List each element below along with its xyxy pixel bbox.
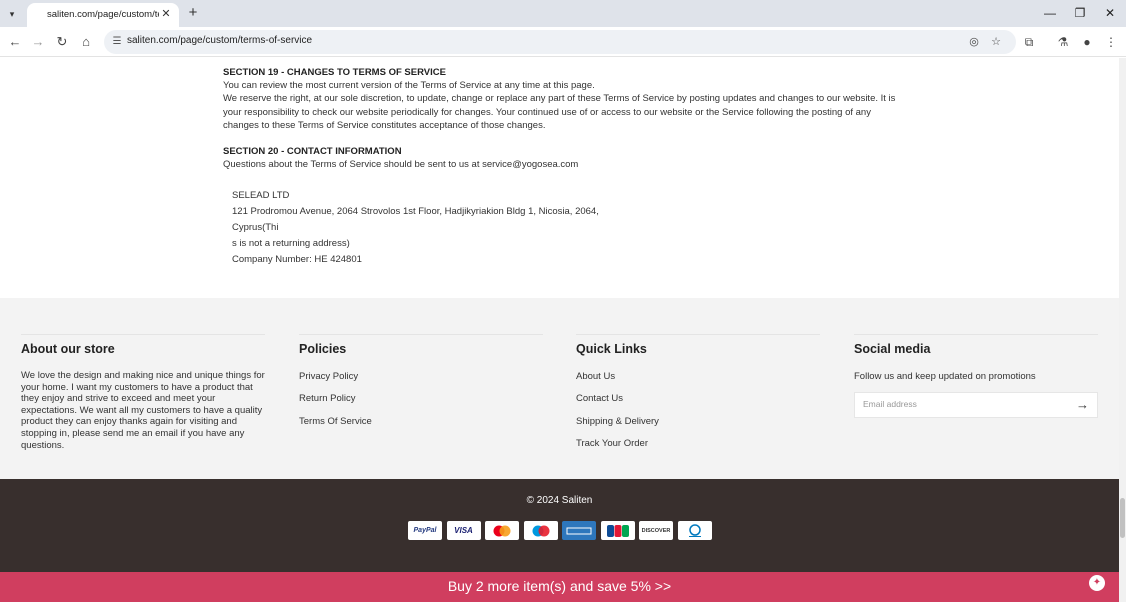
section-20-title: SECTION 20 - CONTACT INFORMATION (223, 146, 402, 158)
gift-icon[interactable]: ✦ (1089, 575, 1105, 591)
footer-policies: Policies Privacy Policy Return Policy Te… (299, 334, 372, 427)
footer-social-text: Follow us and keep updated on promotions (854, 371, 1036, 382)
footer-policies-title: Policies (299, 342, 347, 356)
jcb-icon (600, 521, 635, 540)
footer-social-title: Social media (854, 342, 931, 356)
reload-icon[interactable]: ↻ (54, 34, 70, 50)
footer-social: Social media Follow us and keep updated … (854, 334, 1098, 418)
puzzle-icon[interactable]: ⧉ (1021, 34, 1037, 50)
scrollbar-thumb[interactable] (1120, 498, 1125, 538)
link-terms-of-service[interactable]: Terms Of Service (299, 416, 372, 427)
footer-about: About our store We love the design and m… (21, 334, 269, 451)
company-address: s is not a returning address) (232, 238, 350, 249)
footer-quick-links: Quick Links About Us Contact Us Shipping… (576, 334, 659, 449)
diners-club-icon (677, 521, 712, 540)
company-address: 121 Prodromou Avenue, 2064 Strovolos 1st… (232, 206, 599, 233)
browser-toolbar: ← → ↻ ⌂ ☰ saliten.com/page/custom/terms-… (0, 27, 1126, 57)
footer-about-text: We love the design and making nice and u… (21, 370, 265, 451)
company-name: SELEAD LTD (232, 190, 290, 201)
section-20-paragraph: Questions about the Terms of Service sho… (223, 159, 579, 171)
back-arrow-icon[interactable]: ← (7, 34, 23, 50)
link-shipping-delivery[interactable]: Shipping & Delivery (576, 416, 659, 427)
plus-icon[interactable]: + (185, 5, 201, 21)
section-19-title: SECTION 19 - CHANGES TO TERMS OF SERVICE (223, 67, 446, 78)
profile-icon[interactable]: ● (1079, 34, 1095, 50)
tab-title: saliten.com/page/custom/terms (47, 9, 159, 20)
tune-icon[interactable]: ☰ (110, 35, 124, 49)
payment-icons: PayPal VISA DISCOVER (408, 521, 712, 540)
bottom-bar: © 2024 Saliten PayPal VISA DISCOVER (0, 479, 1119, 572)
promo-text[interactable]: Buy 2 more item(s) and save 5% >> (0, 578, 1119, 594)
footer-about-title: About our store (21, 342, 115, 356)
section-19-paragraph: We reserve the right, at our sole discre… (223, 93, 896, 131)
arrow-right-icon[interactable]: → (1076, 397, 1089, 413)
maestro-icon (523, 521, 558, 540)
address-bar[interactable]: ☰ saliten.com/page/custom/terms-of-servi… (104, 30, 1016, 54)
browser-tab-bar: ▾ saliten.com/page/custom/terms ✕ + — ❐ … (0, 0, 1126, 27)
minimize-icon[interactable]: — (1042, 5, 1058, 21)
link-contact-us[interactable]: Contact Us (576, 393, 659, 404)
footer-quick-links-title: Quick Links (576, 342, 647, 356)
flask-icon[interactable]: ⚗ (1055, 34, 1071, 50)
paypal-icon: PayPal (408, 521, 442, 540)
link-return-policy[interactable]: Return Policy (299, 393, 372, 404)
scrollbar[interactable] (1119, 58, 1126, 602)
eye-off-icon[interactable]: ◎ (967, 35, 981, 49)
link-about-us[interactable]: About Us (576, 371, 659, 382)
close-icon[interactable]: ✕ (1102, 5, 1118, 21)
footer: About our store We love the design and m… (0, 298, 1119, 479)
newsletter-form: → (854, 392, 1098, 418)
company-info: SELEAD LTD 121 Prodromou Avenue, 2064 St… (232, 188, 642, 268)
visa-icon: VISA (446, 521, 481, 540)
forward-arrow-icon[interactable]: → (30, 34, 46, 50)
company-number: Company Number: HE 424801 (232, 254, 362, 265)
page-content: SECTION 19 - CHANGES TO TERMS OF SERVICE… (0, 58, 1119, 602)
home-icon[interactable]: ⌂ (78, 34, 94, 50)
terms-content: SECTION 19 - CHANGES TO TERMS OF SERVICE… (223, 66, 903, 171)
discover-icon: DISCOVER (639, 521, 673, 540)
star-icon[interactable]: ☆ (989, 35, 1003, 49)
chevron-down-icon[interactable]: ▾ (4, 6, 20, 22)
kebab-menu-icon[interactable]: ⋮ (1103, 34, 1119, 50)
promo-bar[interactable]: Buy 2 more item(s) and save 5% >> ✦ (0, 572, 1119, 602)
url-text[interactable]: saliten.com/page/custom/terms-of-service (127, 35, 312, 46)
close-icon[interactable]: ✕ (159, 7, 173, 21)
mastercard-icon (485, 521, 519, 540)
copyright: © 2024 Saliten (526, 495, 593, 506)
link-track-order[interactable]: Track Your Order (576, 438, 659, 449)
link-privacy-policy[interactable]: Privacy Policy (299, 371, 372, 382)
browser-tab[interactable]: saliten.com/page/custom/terms ✕ (27, 3, 179, 27)
section-19-paragraph: You can review the most current version … (223, 80, 595, 92)
email-input[interactable] (863, 399, 1063, 409)
restore-icon[interactable]: ❐ (1072, 5, 1088, 21)
amex-icon (562, 521, 596, 540)
